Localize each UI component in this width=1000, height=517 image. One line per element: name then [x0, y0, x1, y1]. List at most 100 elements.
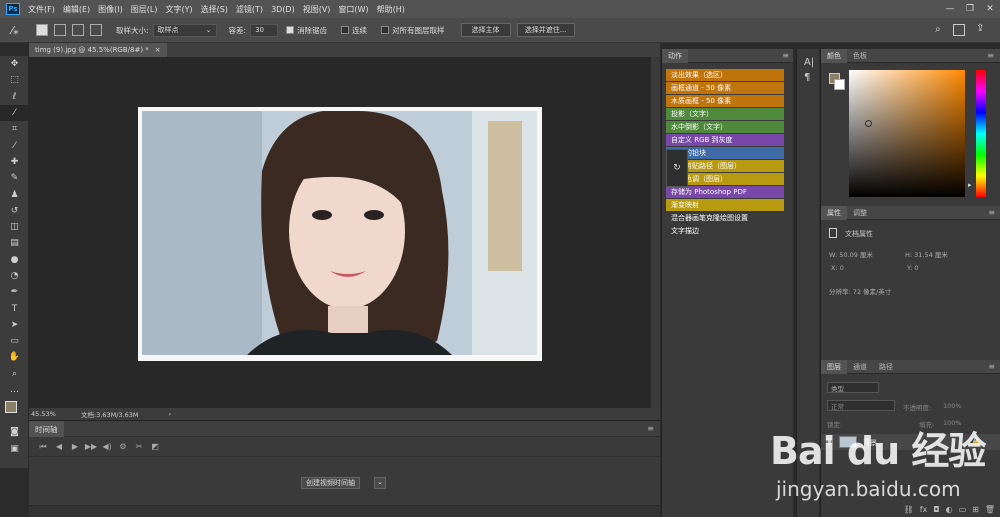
- panel-menu-icon[interactable]: ≡: [988, 208, 995, 217]
- settings-icon[interactable]: ⚙: [115, 442, 131, 451]
- zoom-level[interactable]: 45.53%: [31, 410, 75, 418]
- intersect-selection-icon[interactable]: [90, 24, 102, 36]
- pen-tool-icon[interactable]: ✒: [0, 284, 29, 300]
- panel-bg-swatch[interactable]: [834, 79, 845, 90]
- eyedropper-tool-icon[interactable]: ⁄: [0, 137, 29, 153]
- screen-mode-icon[interactable]: ▣: [0, 441, 29, 457]
- menu-type[interactable]: 文字(Y): [165, 4, 192, 15]
- eraser-tool-icon[interactable]: ◫: [0, 219, 29, 235]
- type-tool-icon[interactable]: T: [0, 300, 29, 316]
- move-tool-icon[interactable]: ✥: [0, 56, 29, 72]
- menu-select[interactable]: 选择(S): [201, 4, 228, 15]
- character-icon[interactable]: A|: [804, 57, 819, 68]
- menu-file[interactable]: 文件(F): [28, 4, 55, 15]
- height-value[interactable]: H: 31.54 厘米: [905, 249, 948, 259]
- contiguous-checkbox[interactable]: [341, 26, 350, 34]
- prev-frame-icon[interactable]: ◀: [51, 442, 67, 451]
- play-icon[interactable]: ▶: [67, 442, 83, 451]
- quick-mask-icon[interactable]: ◙: [0, 424, 29, 440]
- menu-layer[interactable]: 图层(L): [131, 4, 158, 15]
- antialias-checkbox[interactable]: [286, 26, 295, 34]
- panel-menu-icon[interactable]: ≡: [782, 51, 789, 60]
- rectangle-tool-icon[interactable]: ▭: [0, 333, 29, 349]
- select-and-mask-button[interactable]: 选择并遮住...: [516, 23, 575, 37]
- action-item[interactable]: 文字描边: [666, 225, 784, 238]
- select-subject-button[interactable]: 选择主体: [460, 23, 511, 37]
- minimize-icon[interactable]: —: [940, 0, 960, 18]
- chevron-right-icon[interactable]: ›: [169, 410, 172, 418]
- tab-swatches[interactable]: 色板: [847, 49, 873, 63]
- x-value[interactable]: X: 0: [831, 264, 844, 272]
- actions-tab[interactable]: 动作: [662, 48, 688, 63]
- action-item[interactable]: 投影（文字）: [666, 108, 784, 121]
- healing-brush-icon[interactable]: ✚: [0, 154, 29, 170]
- tab-channels[interactable]: 通道: [847, 360, 873, 374]
- gradient-tool-icon[interactable]: ▤: [0, 235, 29, 251]
- action-item[interactable]: 存储为 Photoshop PDF: [666, 186, 784, 199]
- lasso-tool-icon[interactable]: ℓ: [0, 89, 29, 105]
- blend-mode-select[interactable]: 正常: [827, 400, 895, 411]
- magic-wand-tool-icon[interactable]: ⁄⁎: [0, 24, 30, 37]
- tab-properties[interactable]: 属性: [821, 205, 847, 220]
- zoom-tool-icon[interactable]: ⌕: [0, 366, 29, 382]
- color-swatches[interactable]: [0, 398, 28, 424]
- tab-layers[interactable]: 图层: [821, 359, 847, 374]
- close-icon[interactable]: ✕: [980, 0, 1000, 18]
- tab-color[interactable]: 颜色: [821, 48, 847, 63]
- add-selection-icon[interactable]: [54, 24, 66, 36]
- subtract-selection-icon[interactable]: [72, 24, 84, 36]
- hue-slider-handle-icon[interactable]: ▸: [968, 181, 972, 189]
- blur-tool-icon[interactable]: ●: [0, 252, 29, 268]
- action-item[interactable]: 水中倒影（文字）: [666, 121, 784, 134]
- path-selection-icon[interactable]: ➤: [0, 317, 29, 333]
- panel-menu-icon[interactable]: ≡: [988, 362, 995, 371]
- tab-adjustments[interactable]: 调整: [847, 206, 873, 220]
- hue-slider[interactable]: [976, 70, 986, 197]
- marquee-tool-icon[interactable]: ⬚: [0, 72, 29, 88]
- panel-menu-icon[interactable]: ≡: [647, 424, 654, 433]
- menu-filter[interactable]: 滤镜(T): [236, 4, 263, 15]
- restore-icon[interactable]: ❐: [960, 0, 980, 18]
- search-icon[interactable]: ⌕: [935, 24, 941, 35]
- foreground-color-swatch[interactable]: [5, 401, 17, 414]
- audio-icon[interactable]: ◀): [99, 442, 115, 451]
- color-picker-cursor[interactable]: [865, 120, 872, 127]
- workspace-icon[interactable]: [953, 24, 965, 36]
- document-tab[interactable]: timg (9).jpg @ 45.5%(RGB/8#) * ×: [29, 43, 167, 57]
- menu-help[interactable]: 帮助(H): [377, 4, 405, 15]
- timeline-dropdown-icon[interactable]: ⌄: [374, 477, 386, 489]
- menu-window[interactable]: 窗口(W): [338, 4, 368, 15]
- menu-view[interactable]: 视图(V): [303, 4, 331, 15]
- history-brush-icon[interactable]: ↺: [0, 203, 29, 219]
- create-video-timeline-button[interactable]: 创建视频时间轴: [301, 477, 360, 489]
- document-image[interactable]: [138, 107, 542, 361]
- action-item[interactable]: 渐变映射: [666, 199, 784, 212]
- width-value[interactable]: W: 50.09 厘米: [829, 249, 873, 259]
- action-item[interactable]: 木质画框 - 50 像素: [666, 95, 784, 108]
- share-icon[interactable]: ⇪: [976, 23, 984, 34]
- split-icon[interactable]: ✂: [131, 442, 147, 451]
- action-item[interactable]: 淡出效果（选区）: [666, 69, 784, 82]
- action-item[interactable]: 画框通道 - 50 像素: [666, 82, 784, 95]
- next-frame-icon[interactable]: ▶▶: [83, 442, 99, 451]
- new-selection-icon[interactable]: [36, 24, 48, 36]
- clone-stamp-icon[interactable]: ♟: [0, 186, 29, 202]
- first-frame-icon[interactable]: ⏮: [35, 442, 51, 452]
- transition-icon[interactable]: ◩: [147, 442, 163, 451]
- crop-tool-icon[interactable]: ⌗: [0, 121, 29, 137]
- tab-paths[interactable]: 路径: [873, 360, 899, 374]
- action-item[interactable]: 自定义 RGB 到灰度: [666, 134, 784, 147]
- menu-edit[interactable]: 编辑(E): [63, 4, 90, 15]
- paragraph-icon[interactable]: ¶: [804, 72, 819, 83]
- y-value[interactable]: Y: 0: [907, 264, 919, 272]
- menu-image[interactable]: 图像(I): [98, 4, 123, 15]
- action-item[interactable]: 混合器画笔克隆绘图设置: [666, 212, 784, 225]
- hand-tool-icon[interactable]: ✋: [0, 349, 29, 365]
- timeline-tab[interactable]: 时间轴: [29, 420, 64, 437]
- layer-filter-select[interactable]: 类型: [827, 382, 879, 393]
- brush-tool-icon[interactable]: ✎: [0, 170, 29, 186]
- color-picker-field[interactable]: [849, 70, 965, 197]
- dodge-tool-icon[interactable]: ◔: [0, 268, 29, 284]
- more-tools-icon[interactable]: …: [0, 382, 29, 398]
- tolerance-input[interactable]: 30: [250, 23, 279, 37]
